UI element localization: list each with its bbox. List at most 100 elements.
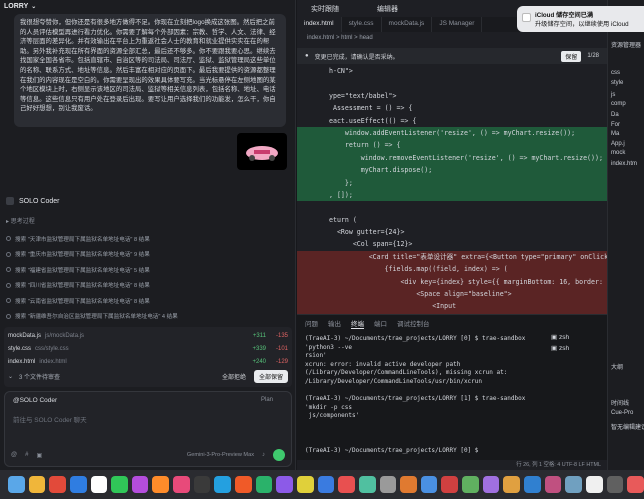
agent-mention[interactable]: @SOLO Coder: [13, 397, 57, 404]
app-icon[interactable]: [193, 476, 211, 493]
app-icon[interactable]: [276, 476, 293, 493]
panel-tab[interactable]: 端口: [374, 318, 387, 328]
search-step[interactable]: 搜索 "四川省监狱管理局下属监狱名单地址电话" 8 结果: [6, 278, 292, 294]
icloud-icon: [522, 13, 531, 22]
panel-tab[interactable]: 调试控制台: [397, 318, 430, 328]
model-selector[interactable]: Gemini-3-Pro-Preview Max: [187, 452, 254, 458]
tab-file[interactable]: index.html: [297, 17, 342, 32]
info-icon: ●: [305, 53, 309, 59]
explorer-item[interactable]: style: [611, 80, 623, 86]
explorer-item[interactable]: Ma: [611, 131, 619, 137]
attached-image[interactable]: [237, 133, 287, 170]
app-icon[interactable]: [462, 476, 479, 493]
explorer-item[interactable]: mock: [611, 150, 625, 156]
explorer-item[interactable]: css: [611, 70, 620, 76]
app-icon[interactable]: [49, 476, 66, 493]
explorer-item[interactable]: 大纲: [611, 362, 623, 371]
terminal-output[interactable]: (TraeAI-3) ~/Documents/trae_projects/LOR…: [305, 335, 545, 455]
explorer-item[interactable]: 智无编辑建议: [611, 422, 644, 431]
changed-file-row[interactable]: index.html index.html +240 -129: [8, 355, 288, 368]
step-label: 搜索 "福建省监狱管理局下属监狱名单地址电话" 5 结果: [15, 267, 150, 274]
chat-input-placeholder[interactable]: 前往与 SOLO Coder 聊天: [13, 414, 87, 424]
breadcrumb[interactable]: index.html > html > head: [307, 35, 373, 41]
explorer-item[interactable]: Da: [611, 112, 619, 118]
app-icon[interactable]: [111, 476, 128, 493]
app-icon[interactable]: [214, 476, 232, 493]
app-icon[interactable]: [585, 476, 603, 493]
app-icon[interactable]: [400, 476, 417, 493]
app-icon[interactable]: [131, 476, 149, 493]
project-title[interactable]: LORRY ⌄: [4, 3, 36, 10]
search-step[interactable]: 搜索 "福建省监狱管理局下属监狱名单地址电话" 5 结果: [6, 262, 292, 278]
mic-icon[interactable]: ♪: [262, 452, 265, 458]
app-icon[interactable]: [173, 476, 190, 493]
hash-icon[interactable]: #: [25, 452, 28, 458]
code-view[interactable]: h-CN"> ype="text/babel"> Assessment = () …: [297, 65, 607, 314]
keep-change-button[interactable]: 保留: [561, 50, 582, 62]
bottom-panel: 问题 输出 终端 端口 调试控制台 (TraeAI-3) ~/Documents/tra…: [297, 314, 607, 460]
app-icon[interactable]: [317, 476, 335, 493]
search-step[interactable]: 搜索 "重庆市监狱管理局下属监狱名单地址电话" 9 结果: [6, 247, 292, 263]
app-icon[interactable]: [296, 476, 314, 493]
app-icon[interactable]: [8, 476, 25, 493]
reject-all-button[interactable]: 全部拒绝: [222, 372, 246, 381]
code-line: h-CN">: [329, 67, 353, 75]
explorer-item[interactable]: comp: [611, 101, 626, 107]
search-step[interactable]: 搜索 "新疆维吾尔自治区监狱管理局下属监狱名单地址电话" 4 结果: [6, 309, 292, 325]
user-message: 我很想夸赞你，但你还是有很多地方做得不足。你现在立刻把logo换成这张图。然后把…: [14, 14, 286, 127]
panel-tab[interactable]: 终端: [351, 318, 364, 329]
step-label: 搜索 "云南省监狱管理局下属监狱名单地址电话" 8 结果: [15, 298, 150, 305]
app-icon[interactable]: [441, 476, 459, 493]
panel-tab[interactable]: 输出: [328, 318, 341, 328]
image-icon[interactable]: ▣: [36, 452, 42, 459]
app-icon[interactable]: [627, 476, 644, 493]
app-icon[interactable]: [235, 476, 252, 493]
changed-file-row[interactable]: style.css css/style.css +339 -101: [8, 342, 288, 355]
tab-editor[interactable]: 编辑器: [377, 4, 398, 14]
explorer-item[interactable]: App.j: [611, 141, 625, 147]
changed-file-row[interactable]: mockData.js js/mockData.js +311 -135: [8, 329, 288, 342]
app-icon[interactable]: [606, 476, 624, 493]
app-icon[interactable]: [503, 476, 521, 493]
app-icon[interactable]: [482, 476, 500, 493]
explorer-item[interactable]: 资源管理器: [611, 40, 641, 49]
review-bar: ● 变更已完成，请确认是否采纳。 保留 1/28: [297, 48, 607, 64]
at-icon[interactable]: @: [11, 452, 17, 458]
chat-pane: LORRY ⌄ 我很想夸赞你，但你还是有很多地方做得不足。你现在立刻把logo换成…: [0, 0, 296, 470]
explorer-item[interactable]: 时间线: [611, 398, 629, 407]
app-icon[interactable]: [358, 476, 376, 493]
app-icon[interactable]: [28, 476, 46, 493]
tab-file[interactable]: style.css: [342, 17, 382, 32]
explorer-item[interactable]: index.htm: [611, 161, 637, 167]
keep-all-button[interactable]: 全部保留: [253, 369, 288, 383]
thinking-toggle[interactable]: ▸ 思考过程: [6, 216, 35, 225]
send-button[interactable]: [273, 449, 285, 461]
plan-toggle[interactable]: Plan: [261, 397, 273, 403]
app-icon[interactable]: [69, 476, 87, 493]
tab-file[interactable]: mockData.js: [382, 17, 433, 32]
app-icon[interactable]: [544, 476, 562, 493]
step-label: 搜索 "四川省监狱管理局下属监狱名单地址电话" 8 结果: [15, 283, 150, 290]
terminal-instance[interactable]: ▣ zsh: [551, 344, 603, 355]
tab-live-follow[interactable]: 实时跟随: [311, 4, 339, 14]
app-icon[interactable]: [420, 476, 438, 493]
search-step[interactable]: 搜索 "天津市监狱管理局下属监狱名单地址电话" 8 结果: [6, 231, 292, 247]
panel-tab[interactable]: 问题: [305, 318, 318, 328]
tab-file[interactable]: JS Manager: [432, 17, 483, 32]
app-icon[interactable]: [152, 476, 170, 493]
terminal-instance[interactable]: ▣ zsh: [551, 333, 603, 344]
search-step[interactable]: 搜索 "云南省监狱管理局下属监狱名单地址电话" 8 结果: [6, 293, 292, 309]
explorer-item[interactable]: js: [611, 92, 615, 98]
explorer-item[interactable]: Cue-Pro: [611, 410, 633, 416]
app-icon[interactable]: [90, 476, 108, 493]
app-icon[interactable]: [255, 476, 273, 493]
app-icon[interactable]: [565, 476, 582, 493]
chat-input-box[interactable]: @SOLO Coder Plan 前往与 SOLO Coder 聊天 @ # ▣…: [4, 391, 292, 467]
icloud-notification[interactable]: iCloud 储存空间已满 升级储存空间，以继续使用 iCloud: [517, 6, 644, 32]
search-steps: 搜索 "天津市监狱管理局下属监狱名单地址电话" 8 结果 搜索 "重庆市监狱管理局…: [6, 231, 292, 340]
explorer-item[interactable]: For: [611, 122, 620, 128]
app-icon[interactable]: [524, 476, 541, 493]
app-icon[interactable]: [379, 476, 397, 493]
app-icon[interactable]: [338, 476, 355, 493]
